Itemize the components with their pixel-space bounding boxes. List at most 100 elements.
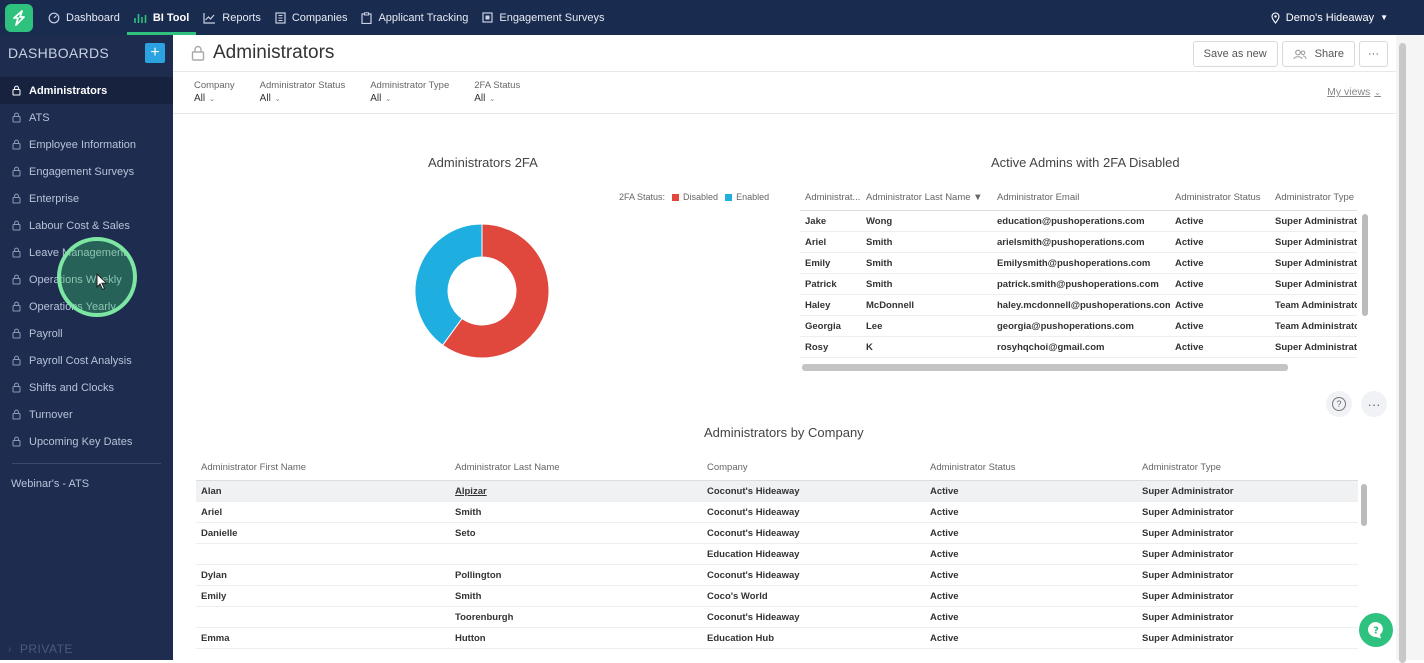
- sidebar-item-label: Employee Information: [29, 138, 136, 151]
- share-button[interactable]: Share: [1281, 41, 1355, 67]
- table-cell: Smith: [455, 590, 482, 602]
- table-cell: Smith: [866, 236, 893, 248]
- mouse-cursor-icon: [96, 272, 108, 296]
- table-row[interactable]: Patrick Smith patrick.smith@pushoperations…: [800, 274, 1357, 295]
- table-row[interactable]: Jake Wong education@pushoperations.com Acti…: [800, 211, 1357, 232]
- sidebar-item-employee-information[interactable]: Employee Information: [0, 131, 173, 158]
- table-cell: haley.mcdonnell@pushoperations.com: [997, 299, 1170, 311]
- table-cell: arielsmith@pushoperations.com: [997, 236, 1145, 248]
- more-options-button[interactable]: ···: [1359, 41, 1388, 67]
- table-row[interactable]: Education Hideaway Active Super Administra…: [196, 544, 1358, 565]
- table-row[interactable]: Emma Hutton Education Hub Active Super Admin…: [196, 628, 1358, 649]
- add-dashboard-button[interactable]: +: [145, 43, 165, 63]
- help-icon: ?: [1332, 397, 1346, 411]
- table-row[interactable]: Ariel Smith arielsmith@pushoperations.com A…: [800, 232, 1357, 253]
- table-cell: education@pushoperations.com: [997, 215, 1145, 227]
- sidebar-item-administrators[interactable]: Administrators: [0, 77, 173, 104]
- column-header[interactable]: Administrat...: [800, 192, 861, 203]
- column-header[interactable]: Administrator Last Name ▼: [861, 192, 992, 203]
- lock-icon: [12, 355, 21, 366]
- nav-reports[interactable]: Reports: [196, 0, 268, 35]
- table-cell: K: [866, 341, 873, 353]
- table-row[interactable]: Ariel Smith Coconut's Hideaway Active Super …: [196, 502, 1358, 523]
- table-cell: Hutton: [455, 632, 486, 644]
- table-cell: Alpizar: [455, 485, 487, 497]
- more-icon: ···: [1367, 396, 1381, 412]
- table-row[interactable]: Rosy Krosyhqchoi@gmail.com Active Super Adm…: [800, 337, 1357, 358]
- nav-applicant-tracking-label: Applicant Tracking: [378, 11, 469, 24]
- sidebar-divider: [12, 463, 161, 464]
- table-row[interactable]: Haley McDonnell haley.mcdonnell@pushoperat…: [800, 295, 1357, 316]
- filter-bar: Company All ⌄ Administrator Status All ⌄ A…: [173, 72, 1396, 114]
- lock-icon: [12, 409, 21, 420]
- table-cell: Coco's World: [707, 590, 768, 602]
- page-title: Administrators: [213, 42, 335, 63]
- sidebar-item-webinars-ats[interactable]: Webinar's - ATS: [0, 472, 173, 496]
- sidebar-item-turnover[interactable]: Turnover: [0, 401, 173, 428]
- sidebar-item-payroll-cost-analysis[interactable]: Payroll Cost Analysis: [0, 347, 173, 374]
- nav-bi-tool[interactable]: BI Tool: [126, 0, 197, 35]
- filter-value: All: [474, 93, 486, 104]
- private-section-toggle[interactable]: › PRIVATE: [8, 642, 73, 656]
- nav-applicant-tracking[interactable]: Applicant Tracking: [354, 0, 475, 35]
- support-chat-button[interactable]: ?: [1359, 613, 1393, 647]
- table-cell: Active: [1175, 236, 1204, 248]
- lock-icon: [12, 139, 21, 150]
- table-row[interactable]: Emily Smith Emilysmith@pushoperations.com A…: [800, 253, 1357, 274]
- column-header[interactable]: Administrator Type: [1137, 462, 1358, 473]
- chat-icon: ?: [1366, 620, 1386, 640]
- widget-more-button[interactable]: ···: [1361, 391, 1387, 417]
- table-cell: Ariel: [201, 506, 223, 518]
- table-row[interactable]: Emily Smith Coco's World Active Super Admini…: [196, 586, 1358, 607]
- table-cell: Dylan: [201, 569, 227, 581]
- filter-administrator-status[interactable]: Administrator Status All ⌄: [260, 80, 346, 113]
- table-cell: Patrick: [805, 278, 837, 290]
- page-scrollbar[interactable]: [1396, 35, 1424, 663]
- save-as-new-label: Save as new: [1203, 48, 1267, 60]
- table-row[interactable]: Danielle Seto Coconut's Hideaway Active Supe…: [196, 523, 1358, 544]
- column-header[interactable]: Administrator Status: [925, 462, 1137, 473]
- table-row[interactable]: Dylan Pollington Coconut's Hideaway Active S…: [196, 565, 1358, 586]
- save-as-new-button[interactable]: Save as new: [1192, 41, 1278, 67]
- filter-administrator-type[interactable]: Administrator Type All ⌄: [370, 80, 449, 113]
- sidebar-item-labour-cost-sales[interactable]: Labour Cost & Sales: [0, 212, 173, 239]
- active-admins-vertical-scrollbar[interactable]: [1361, 211, 1369, 360]
- table-row[interactable]: Alan Alpizar Coconut's Hideaway Active Super…: [196, 481, 1358, 502]
- sidebar-item-upcoming-key-dates[interactable]: Upcoming Key Dates: [0, 428, 173, 455]
- legend-label-enabled: Enabled: [736, 192, 770, 202]
- column-header[interactable]: Administrator Status: [1170, 192, 1270, 203]
- chevron-down-icon: ▼: [1380, 13, 1388, 22]
- sidebar-item-shifts-and-clocks[interactable]: Shifts and Clocks: [0, 374, 173, 401]
- table-cell: Coconut's Hideaway: [707, 527, 800, 539]
- nav-companies[interactable]: Companies: [268, 0, 355, 35]
- nav-engagement-surveys[interactable]: Engagement Surveys: [475, 0, 611, 35]
- table-cell: patrick.smith@pushoperations.com: [997, 278, 1159, 290]
- table-row[interactable]: Toorenburgh Coconut's Hideaway Active Super…: [196, 607, 1358, 628]
- organization-selector[interactable]: Demo's Hideaway ▼: [1271, 0, 1388, 35]
- table-cell: Education Hideaway: [707, 548, 800, 560]
- table-cell: Super Administrator: [1275, 341, 1357, 353]
- column-header[interactable]: Company: [702, 462, 925, 473]
- filter-2fa-status[interactable]: 2FA Status All ⌄: [474, 80, 520, 113]
- nav-dashboard[interactable]: Dashboard: [41, 0, 127, 35]
- by-company-vertical-scrollbar[interactable]: [1360, 480, 1368, 630]
- sidebar-item-enterprise[interactable]: Enterprise: [0, 185, 173, 212]
- sidebar-item-label: Upcoming Key Dates: [29, 435, 133, 448]
- sidebar-item-ats[interactable]: ATS: [0, 104, 173, 131]
- app-logo[interactable]: [5, 3, 33, 32]
- column-header[interactable]: Administrator Last Name: [450, 462, 702, 473]
- column-header[interactable]: Administrator First Name: [196, 462, 450, 473]
- table-cell: Super Administrator: [1142, 611, 1234, 623]
- column-header[interactable]: Administrator Type: [1270, 192, 1357, 203]
- my-views-dropdown[interactable]: My views ⌄: [1327, 86, 1381, 98]
- help-button[interactable]: ?: [1326, 391, 1352, 417]
- location-pin-icon: [1271, 11, 1280, 24]
- column-header[interactable]: Administrator Email: [992, 192, 1170, 203]
- table-cell: Super Administrator: [1142, 632, 1234, 644]
- sidebar-item-engagement-surveys[interactable]: Engagement Surveys: [0, 158, 173, 185]
- table-cell: rosyhqchoi@gmail.com: [997, 341, 1105, 353]
- table-row[interactable]: Georgia Lee georgia@pushoperations.com Acti…: [800, 316, 1357, 337]
- sidebar-item-payroll[interactable]: Payroll: [0, 320, 173, 347]
- filter-company[interactable]: Company All ⌄: [194, 80, 235, 113]
- active-admins-horizontal-scrollbar[interactable]: [802, 364, 1367, 371]
